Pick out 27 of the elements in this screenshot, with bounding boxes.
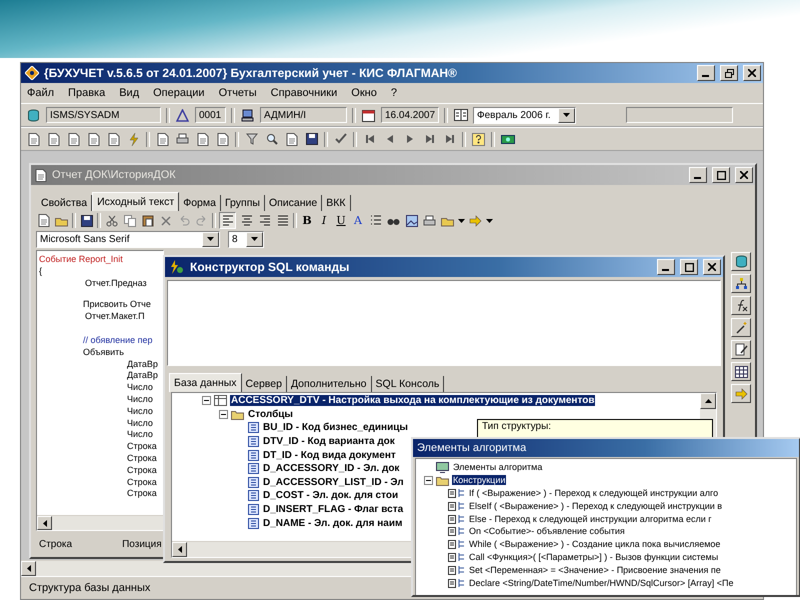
code-line: Число: [126, 418, 154, 430]
window-title: Отчет ДОК\ИсторияДОК: [52, 169, 177, 181]
status-label: Позиция: [122, 538, 162, 550]
code-line: Число: [126, 429, 154, 442]
window-title: {БУХУЧЕТ v.5.6.5 от 24.01.2007} Бухгалтерский учет - КИС ФЛАГМАН®: [44, 66, 458, 80]
code-line: Отчет.Макет.П: [84, 311, 146, 323]
window-title: Элементы алгоритма: [417, 442, 528, 454]
code-line: Число: [126, 394, 154, 406]
status-label: Строка: [39, 538, 72, 550]
code-line: ДатаВр: [126, 370, 159, 382]
code-line: // обявление пер: [82, 334, 154, 347]
code-line: Присвоить Отче: [82, 299, 152, 312]
code-line: Строка: [126, 488, 158, 500]
code-line: Событие Report_Init: [39, 254, 124, 266]
window-title: Конструктор SQL команды: [190, 260, 350, 274]
code-line: Строка: [126, 476, 158, 488]
code-line: Отчет.Предназ: [84, 278, 148, 290]
status-text: Структура базы данных: [29, 582, 150, 594]
code-line: Число: [126, 406, 154, 418]
code-line: Строка: [126, 452, 158, 465]
code-line: Строка: [126, 464, 158, 477]
code-line: {: [39, 266, 44, 278]
tooltip: Тип структуры:: [477, 419, 713, 439]
code-line: Строка: [126, 441, 158, 453]
code-line: Число: [126, 382, 154, 394]
code-line: Объявить: [82, 346, 125, 359]
code-line: ДатаВр: [126, 358, 159, 370]
